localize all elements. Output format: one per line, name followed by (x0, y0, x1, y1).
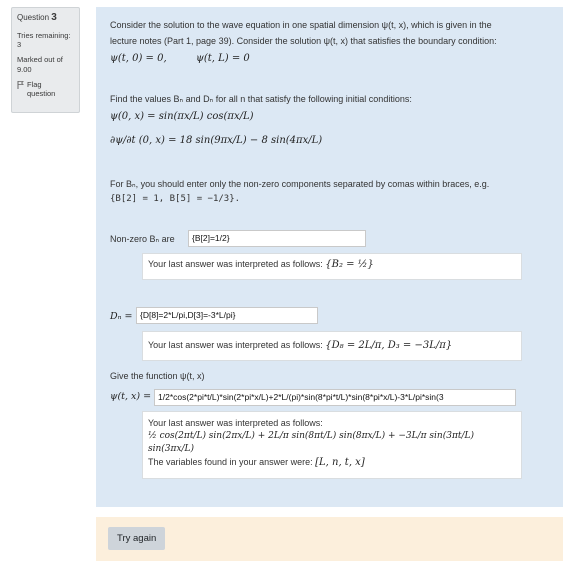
psi-feedback: Your last answer was interpreted as foll… (142, 411, 522, 479)
initial-condition-2: ∂ψ/∂t (0, x) = 18 sin(9πx/L) − 8 sin(4πx… (110, 135, 323, 146)
question-intro-line2: lecture notes (Part 1, page 39). Conside… (110, 36, 497, 46)
dn-feedback: Your last answer was interpreted as foll… (142, 331, 522, 361)
question-intro-line1: Consider the solution to the wave equati… (110, 20, 492, 30)
question-formulation: Consider the solution to the wave equati… (96, 7, 563, 507)
tries-remaining: Tries remaining: 3 (17, 30, 71, 49)
psi-variables-math: [L, n, t, x] (315, 457, 365, 469)
psi-prompt: Give the function ψ(t, x) (110, 371, 205, 381)
question-info: Question 3 Tries remaining: 3 Marked out… (11, 7, 80, 113)
instruction-example: {B[2] = 1, B[5] = −1/3}. (110, 194, 241, 204)
psi-label: ψ(t, x) = (110, 391, 152, 402)
initial-condition-1: ψ(0, x) = sin(πx/L) cos(πx/L) (110, 111, 254, 122)
outcome-panel: Try again (96, 517, 563, 561)
dn-feedback-math: {D₈ = 2L/π, D₃ = −3L/π} (325, 340, 453, 351)
psi-feedback-math: ½ cos(2πt/L) sin(2πx/L) + 2L/π sin(8πt/L… (148, 431, 475, 455)
bn-feedback-math: {B₂ = ½} (325, 259, 374, 270)
instruction-text: For Bₙ, you should enter only the non-ze… (110, 179, 490, 189)
boundary-condition-1: ψ(t, 0) = 0, (110, 53, 167, 64)
dn-label: Dₙ = (110, 311, 133, 322)
dn-answer-input[interactable]: {D[8]=2*L/pi,D[3]=-3*L/pi} (136, 307, 318, 324)
psi-answer-input[interactable]: 1/2*cos(2*pi*t/L)*sin(2*pi*x/L)+2*L/(pi)… (154, 389, 516, 406)
flag-icon (17, 81, 24, 89)
marked-out-of: Marked out of 9.00 (17, 55, 63, 74)
try-again-button[interactable]: Try again (108, 527, 166, 550)
bn-feedback: Your last answer was interpreted as foll… (142, 253, 522, 280)
bn-answer-input[interactable]: {B[2]=1/2} (188, 230, 366, 247)
boundary-condition-2: ψ(t, L) = 0 (196, 53, 250, 64)
bn-label: Non-zero Bₙ are (110, 234, 175, 244)
question-number: Question 3 (17, 12, 57, 23)
find-values-text: Find the values Bₙ and Dₙ for all n that… (110, 94, 412, 104)
flag-question-link[interactable]: Flag question (17, 80, 74, 99)
